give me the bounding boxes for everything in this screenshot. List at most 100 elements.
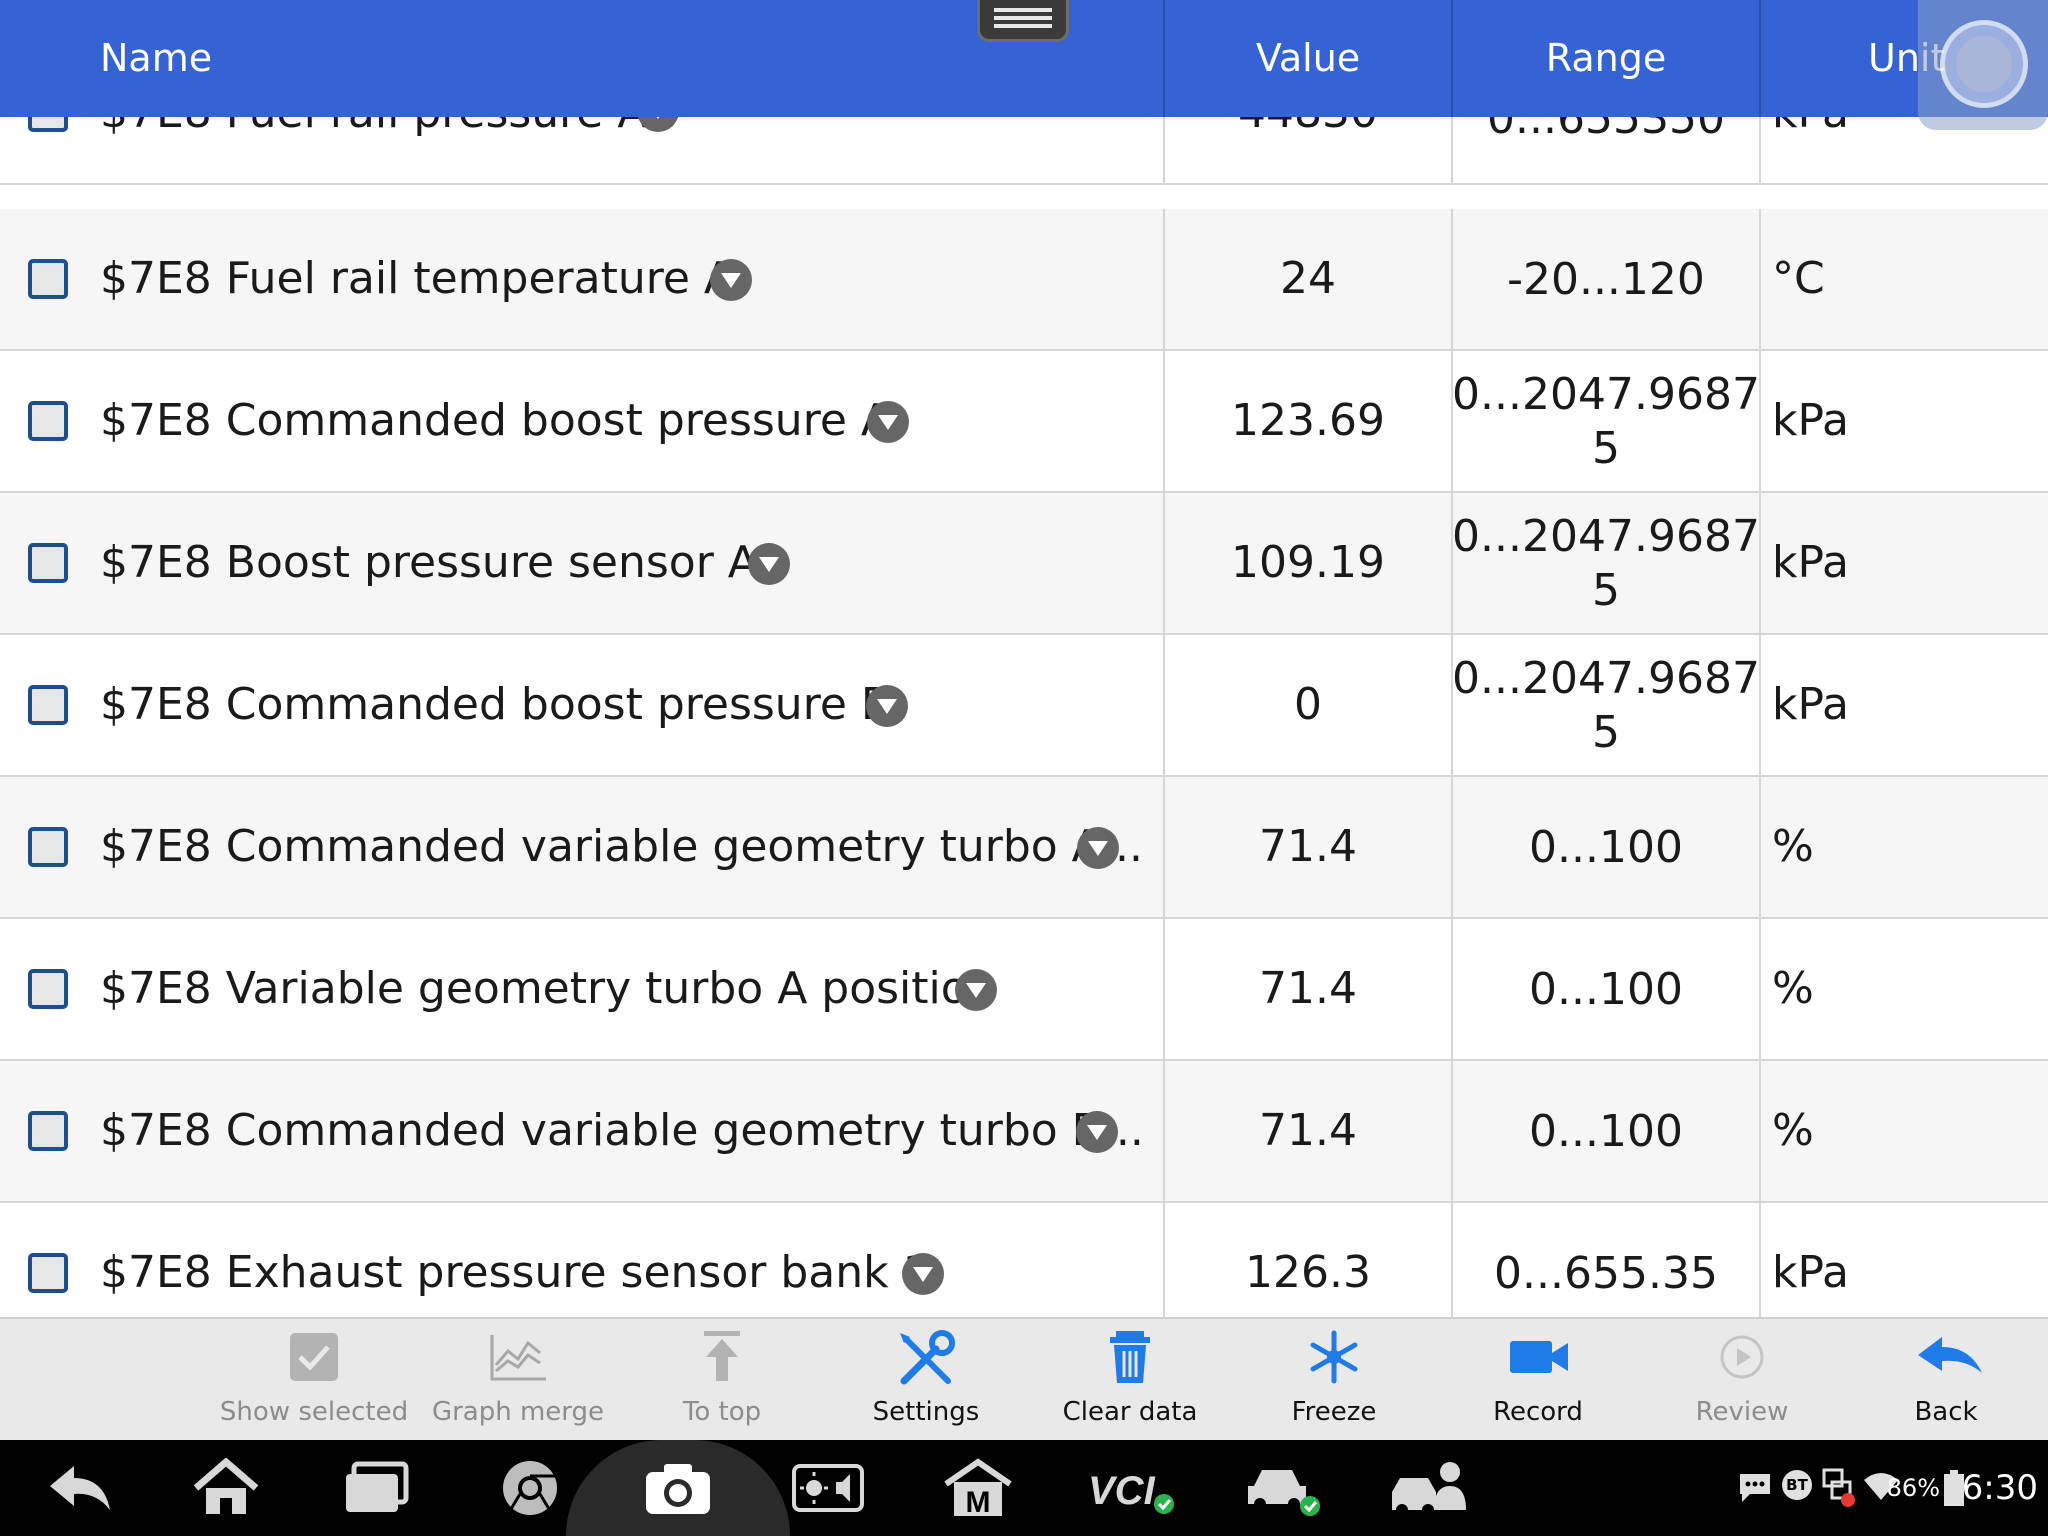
row-name: $7E8 Fuel rail pressure A xyxy=(100,117,647,138)
record-button[interactable]: Record xyxy=(1438,1319,1638,1442)
row-value: 71.4 xyxy=(1259,1105,1357,1156)
row-checkbox[interactable] xyxy=(28,685,68,725)
graph-icon xyxy=(488,1329,548,1385)
row-name: $7E8 Exhaust pressure sensor bank 1 xyxy=(100,1247,931,1298)
clock: 6:30 xyxy=(1961,1468,2038,1508)
row-range: 0...655.35 xyxy=(1494,1248,1718,1299)
table-row[interactable]: $7E8 Variable geometry turbo A position … xyxy=(0,919,2048,1061)
row-range: 0...2047.96875 xyxy=(1452,511,1760,616)
dropdown-arrow-icon[interactable] xyxy=(867,401,909,443)
header-divider xyxy=(1759,0,1761,117)
row-value: 109.19 xyxy=(1231,537,1385,588)
row-unit: % xyxy=(1772,821,1814,872)
table-row[interactable]: $7E8 Boost pressure sensor A 109.19 0...… xyxy=(0,493,2048,635)
row-value: 71.4 xyxy=(1259,821,1357,872)
tools-icon xyxy=(896,1329,956,1385)
row-value: 24 xyxy=(1280,253,1336,304)
row-unit: kPa xyxy=(1772,679,1849,730)
row-range: 0...100 xyxy=(1529,822,1683,873)
settings-button[interactable]: Settings xyxy=(826,1319,1026,1442)
floating-assist-button[interactable] xyxy=(1918,0,2048,130)
chrome-icon[interactable] xyxy=(494,1458,566,1518)
header-value[interactable]: Value xyxy=(1164,0,1452,117)
data-stream-table: $7E8 Fuel rail pressure A 44830 0...6553… xyxy=(0,117,2048,1317)
graph-merge-button[interactable]: Graph merge xyxy=(418,1319,618,1442)
back-button[interactable]: Back xyxy=(1846,1319,2046,1442)
header-name[interactable]: Name xyxy=(100,0,212,117)
row-value: 123.69 xyxy=(1231,395,1385,446)
row-unit: % xyxy=(1772,1105,1814,1156)
freeze-button[interactable]: Freeze xyxy=(1234,1319,1434,1442)
nav-home-icon[interactable] xyxy=(190,1457,262,1518)
dropdown-arrow-icon[interactable] xyxy=(955,969,997,1011)
row-checkbox[interactable] xyxy=(28,1111,68,1151)
vehicle-connected-icon[interactable] xyxy=(1244,1458,1324,1518)
table-row[interactable]: $7E8 Fuel rail pressure A 44830 0...6553… xyxy=(0,117,2048,185)
maxifix-icon[interactable]: M xyxy=(942,1458,1014,1519)
row-checkbox[interactable] xyxy=(28,259,68,299)
row-unit: % xyxy=(1772,963,1814,1014)
back-arrow-icon xyxy=(1916,1329,1982,1385)
row-range: 0...100 xyxy=(1529,1106,1683,1157)
bottom-toolbar: Show selected Graph merge To top Setting… xyxy=(0,1317,2048,1440)
row-checkbox[interactable] xyxy=(28,827,68,867)
header-range[interactable]: Range xyxy=(1452,0,1760,117)
nav-back-icon[interactable] xyxy=(44,1458,116,1518)
row-unit: kPa xyxy=(1772,395,1849,446)
app-window: Name Value Range Unit $7E8 Fuel rail pre… xyxy=(0,0,2048,1536)
table-row[interactable]: $7E8 Exhaust pressure sensor bank 1 126.… xyxy=(0,1203,2048,1317)
battery-percent: 86% xyxy=(1886,1474,1940,1502)
table-header: Name Value Range Unit xyxy=(0,0,2048,117)
camera-icon[interactable] xyxy=(642,1458,714,1518)
drag-handle[interactable] xyxy=(977,0,1069,42)
table-row[interactable]: $7E8 Commanded boost pressure B 0 0...20… xyxy=(0,635,2048,777)
settings-label: Settings xyxy=(872,1397,980,1427)
row-checkbox[interactable] xyxy=(28,401,68,441)
row-range: 0...2047.96875 xyxy=(1452,369,1760,474)
row-name: $7E8 Commanded variable geometry turbo B… xyxy=(100,1105,1144,1156)
status-bar: BT 86% 6:30 xyxy=(1738,1460,2038,1516)
dropdown-arrow-icon[interactable] xyxy=(1076,1111,1118,1153)
row-checkbox[interactable] xyxy=(28,969,68,1009)
row-unit: kPa xyxy=(1772,117,1849,138)
to-top-button[interactable]: To top xyxy=(622,1319,822,1442)
row-name: $7E8 Commanded variable geometry turbo A… xyxy=(100,821,1143,872)
trash-icon xyxy=(1100,1329,1160,1385)
table-row[interactable]: $7E8 Commanded variable geometry turbo A… xyxy=(0,777,2048,919)
row-range: 0...2047.96875 xyxy=(1452,653,1760,758)
row-checkbox[interactable] xyxy=(28,543,68,583)
table-row[interactable]: $7E8 Commanded variable geometry turbo B… xyxy=(0,1061,2048,1203)
dropdown-arrow-icon[interactable] xyxy=(1077,827,1119,869)
dropdown-arrow-icon[interactable] xyxy=(866,685,908,727)
arrow-up-icon xyxy=(692,1329,752,1385)
dropdown-arrow-icon[interactable] xyxy=(710,259,752,301)
show-selected-label: Show selected xyxy=(219,1397,409,1427)
row-checkbox[interactable] xyxy=(28,117,68,132)
review-button[interactable]: Review xyxy=(1642,1319,1842,1442)
row-unit: °C xyxy=(1772,253,1825,304)
record-label: Record xyxy=(1493,1397,1583,1427)
table-row[interactable]: $7E8 Fuel rail temperature A 24 -20...12… xyxy=(0,209,2048,351)
row-checkbox[interactable] xyxy=(28,1253,68,1293)
dropdown-arrow-icon[interactable] xyxy=(902,1253,944,1295)
system-nav-bar: M VCI BT 86% 6:30 xyxy=(0,1440,2048,1536)
chat-icon xyxy=(1740,1474,1770,1502)
vci-icon[interactable]: VCI xyxy=(1086,1458,1176,1518)
brightness-volume-icon[interactable] xyxy=(792,1458,864,1518)
review-label: Review xyxy=(1695,1397,1789,1427)
nav-recents-icon[interactable] xyxy=(340,1458,412,1518)
network-disconnected-icon xyxy=(1822,1468,1855,1507)
row-range: -20...120 xyxy=(1507,254,1705,305)
dropdown-arrow-icon[interactable] xyxy=(748,543,790,585)
remote-expert-icon[interactable] xyxy=(1388,1458,1472,1518)
checkbox-icon xyxy=(284,1329,344,1385)
row-value: 0 xyxy=(1294,679,1322,730)
row-name: $7E8 Commanded boost pressure B xyxy=(100,679,892,730)
row-unit: kPa xyxy=(1772,537,1849,588)
row-name: $7E8 Variable geometry turbo A position xyxy=(100,963,996,1014)
show-selected-button[interactable]: Show selected xyxy=(214,1319,414,1442)
video-camera-icon xyxy=(1508,1329,1568,1385)
clear-data-button[interactable]: Clear data xyxy=(1030,1319,1230,1442)
table-row[interactable]: $7E8 Commanded boost pressure A 123.69 0… xyxy=(0,351,2048,493)
freeze-label: Freeze xyxy=(1291,1397,1377,1427)
